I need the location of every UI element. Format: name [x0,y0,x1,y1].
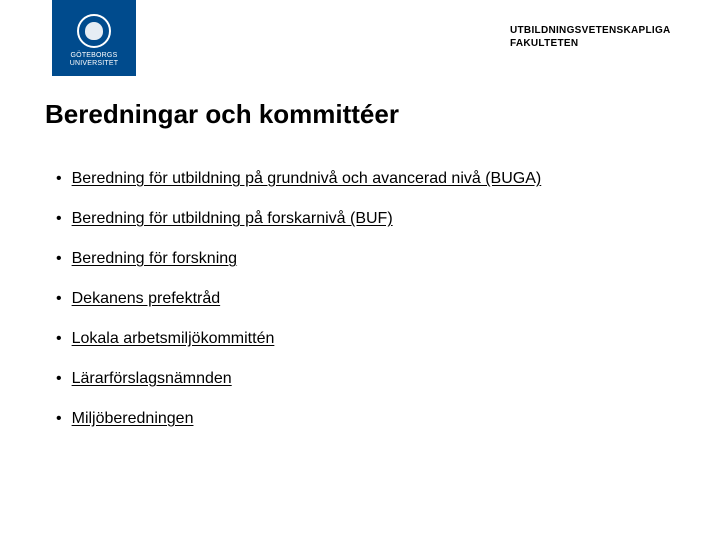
committee-link[interactable]: Lärarförslagsnämnden [72,368,232,390]
bullet-icon: • [56,208,62,230]
committee-list: • Beredning för utbildning på grundnivå … [56,168,616,448]
committee-link[interactable]: Lokala arbetsmiljökommittén [72,328,275,350]
logo-seal-icon [77,14,111,48]
bullet-icon: • [56,248,62,270]
list-item: • Lärarförslagsnämnden [56,368,616,390]
logo-text: GÖTEBORGS UNIVERSITET [70,52,118,68]
committee-link[interactable]: Miljöberedningen [72,408,194,430]
list-item: • Dekanens prefektråd [56,288,616,310]
page-title: Beredningar och kommittéer [45,99,399,130]
bullet-icon: • [56,368,62,390]
list-item: • Beredning för forskning [56,248,616,270]
list-item: • Lokala arbetsmiljökommittén [56,328,616,350]
bullet-icon: • [56,168,62,190]
list-item: • Beredning för utbildning på forskarniv… [56,208,616,230]
committee-link[interactable]: Dekanens prefektråd [72,288,221,310]
bullet-icon: • [56,328,62,350]
faculty-line2: FAKULTETEN [510,38,578,49]
committee-link[interactable]: Beredning för utbildning på grundnivå oc… [72,168,542,190]
logo-line2: UNIVERSITET [70,60,118,67]
bullet-icon: • [56,408,62,430]
logo-line1: GÖTEBORGS [71,52,118,59]
list-item: • Beredning för utbildning på grundnivå … [56,168,616,190]
university-logo: GÖTEBORGS UNIVERSITET [52,0,136,76]
faculty-line1: UTBILDNINGSVETENSKAPLIGA [510,25,671,36]
faculty-label: UTBILDNINGSVETENSKAPLIGA FAKULTETEN [510,24,671,50]
committee-link[interactable]: Beredning för forskning [72,248,237,270]
bullet-icon: • [56,288,62,310]
committee-link[interactable]: Beredning för utbildning på forskarnivå … [72,208,393,230]
list-item: • Miljöberedningen [56,408,616,430]
